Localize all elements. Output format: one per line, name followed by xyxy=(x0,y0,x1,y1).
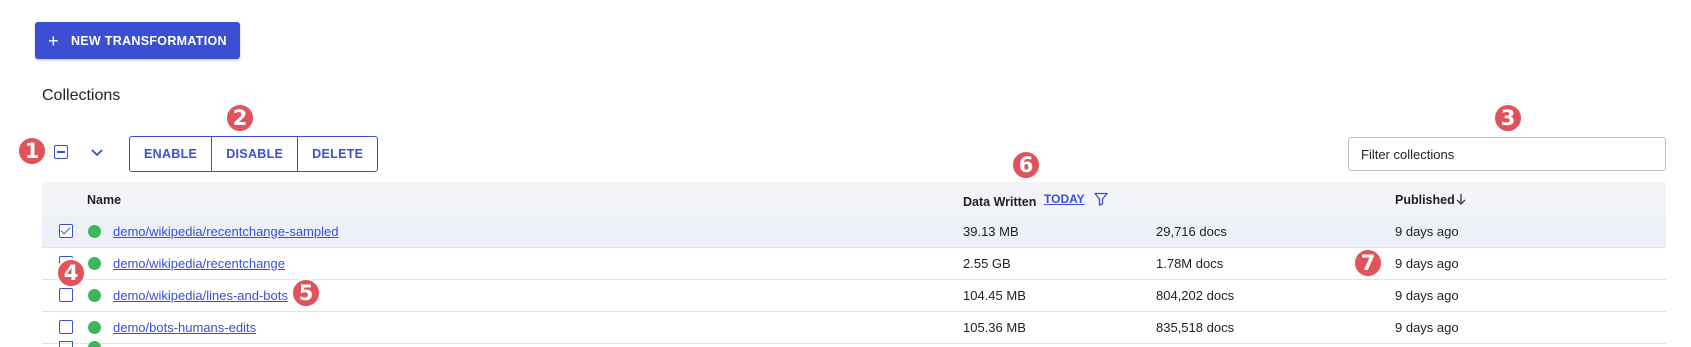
delete-button[interactable]: DELETE xyxy=(297,137,377,171)
published-time: 9 days ago xyxy=(1395,320,1459,335)
disable-button[interactable]: DISABLE xyxy=(211,137,297,171)
column-data-written: Data Written xyxy=(963,195,1037,209)
bytes-written: 104.45 MB xyxy=(963,288,1026,303)
table-row[interactable]: demo/wikipedia/recentchange-sampled 39.1… xyxy=(42,216,1666,248)
annotation-marker-4: 4 xyxy=(56,258,86,288)
published-time: 9 days ago xyxy=(1395,224,1459,239)
today-filter-link[interactable]: TODAY xyxy=(1044,192,1085,206)
row-checkbox[interactable] xyxy=(59,341,73,347)
collections-table-body: demo/wikipedia/recentchange-sampled 39.1… xyxy=(42,216,1666,344)
section-title: Collections xyxy=(42,87,121,104)
row-checkbox[interactable] xyxy=(59,224,73,238)
docs-written: 29,716 docs xyxy=(1156,224,1227,239)
annotation-marker-6: 6 xyxy=(1011,150,1041,180)
docs-written: 804,202 docs xyxy=(1156,288,1235,303)
select-all-checkbox[interactable] xyxy=(54,145,68,159)
docs-written: 835,518 docs xyxy=(1156,320,1235,335)
row-checkbox[interactable] xyxy=(59,288,73,302)
row-checkbox[interactable] xyxy=(59,320,73,334)
docs-written: 1.78M docs xyxy=(1156,256,1224,271)
new-transformation-button[interactable]: + NEW TRANSFORMATION xyxy=(35,22,240,59)
enable-button[interactable]: ENABLE xyxy=(130,137,211,171)
new-transformation-label: NEW TRANSFORMATION xyxy=(70,33,227,48)
table-row[interactable]: demo/wikipedia/lines-and-bots 104.45 MB … xyxy=(42,280,1666,312)
status-dot-icon xyxy=(88,341,101,347)
collection-link[interactable]: demo/wikipedia/recentchange xyxy=(113,256,285,271)
annotation-marker-1: 1 xyxy=(17,136,47,166)
published-time: 9 days ago xyxy=(1395,288,1459,303)
funnel-icon[interactable] xyxy=(1093,191,1109,207)
table-row[interactable]: demo/wikipedia/recentchange 2.55 GB 1.78… xyxy=(42,248,1666,280)
bulk-action-group: ENABLE DISABLE DELETE xyxy=(129,136,379,172)
collection-link[interactable]: demo/bots-humans-edits xyxy=(113,320,256,335)
bytes-written: 2.55 GB xyxy=(963,256,1011,271)
column-published[interactable]: Published xyxy=(1395,193,1455,207)
table-row[interactable]: demo/bots-humans-edits 105.36 MB 835,518… xyxy=(42,312,1666,344)
annotation-marker-7: 7 xyxy=(1353,248,1383,278)
chevron-down-icon[interactable] xyxy=(88,143,106,161)
annotation-marker-2: 2 xyxy=(225,103,255,133)
filter-collections-input[interactable] xyxy=(1348,137,1666,171)
column-name[interactable]: Name xyxy=(87,193,121,207)
table-header: Name Data Written TODAY Published xyxy=(42,182,1666,217)
published-time: 9 days ago xyxy=(1395,256,1459,271)
plus-icon: + xyxy=(48,30,59,51)
status-dot-icon xyxy=(88,225,101,238)
annotation-marker-3: 3 xyxy=(1493,103,1523,133)
arrow-down-icon[interactable] xyxy=(1454,192,1468,206)
status-dot-icon xyxy=(88,321,101,334)
collection-link[interactable]: demo/wikipedia/lines-and-bots xyxy=(113,288,288,303)
status-dot-icon xyxy=(88,257,101,270)
bytes-written: 39.13 MB xyxy=(963,224,1019,239)
annotation-marker-5: 5 xyxy=(291,278,321,308)
status-dot-icon xyxy=(88,289,101,302)
collection-link[interactable]: demo/wikipedia/recentchange-sampled xyxy=(113,224,338,239)
partial-table-row xyxy=(42,341,1666,347)
bytes-written: 105.36 MB xyxy=(963,320,1026,335)
